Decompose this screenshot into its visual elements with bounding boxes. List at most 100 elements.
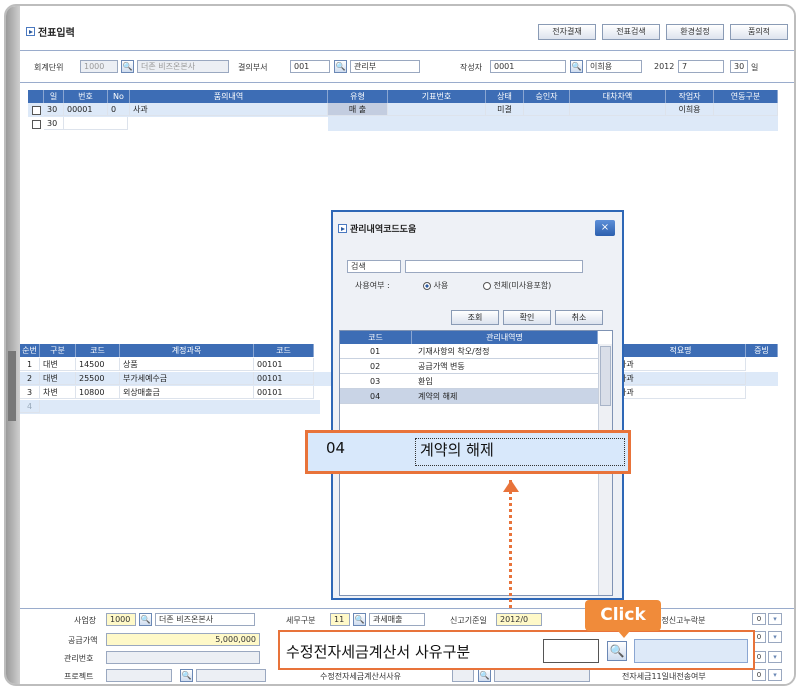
item-name: 계약의 해제 — [418, 392, 458, 401]
dept-code-field[interactable]: 001 — [290, 60, 330, 73]
flag-spin-icon[interactable]: ▾ — [768, 669, 782, 681]
radio-all-option[interactable]: 전체(미사용포함) — [483, 280, 551, 291]
screenshot-frame: 전표입력 전자결재 전표검색 환경설정 품의적 회계단위 1000 🔍 더존 비… — [4, 4, 796, 686]
writer-code-field[interactable]: 0001 — [490, 60, 566, 73]
supply-field[interactable]: 5,000,000 — [106, 633, 260, 646]
writer-search-icon[interactable]: 🔍 — [570, 60, 583, 73]
settings-button[interactable]: 환경설정 — [666, 24, 724, 40]
mgmt-field[interactable] — [106, 651, 260, 664]
radio-use-option[interactable]: 사용 — [423, 280, 448, 291]
divider — [20, 50, 794, 51]
top-grid-header: 상태 — [486, 90, 524, 103]
list-item-selected[interactable]: 04 계약의 해제 — [340, 389, 598, 404]
row-cell: 대변 — [40, 358, 76, 371]
row-cell: 차변 — [40, 386, 76, 399]
dept-label: 결의부서 — [238, 63, 268, 72]
radio-selected-icon — [423, 281, 431, 290]
row-cell: 00101 — [254, 386, 314, 399]
voucher-window: 전표입력 전자결재 전표검색 환경설정 품의적 회계단위 1000 🔍 더존 비… — [20, 10, 794, 684]
bottom-grid-header: 계정과목 — [120, 344, 254, 357]
row-cell: 00101 — [254, 372, 314, 385]
click-callout: Click — [585, 600, 661, 638]
row-cell: 2 — [20, 372, 40, 385]
top-grid-header: 유형 — [328, 90, 388, 103]
flag-field[interactable]: 0 — [752, 613, 766, 625]
scroll-thumb[interactable] — [600, 346, 611, 406]
bottom-grid-header: 증빙 — [746, 344, 778, 357]
approval-doc-button[interactable]: 품의적 — [730, 24, 788, 40]
list-item[interactable]: 01 기재사항의 착오/정정 — [340, 344, 598, 359]
row-cell: 30 — [44, 103, 64, 116]
reason-code-field[interactable] — [543, 639, 599, 663]
row-cell — [524, 103, 570, 116]
zoomed-reason-row: 수정전자세금계산서 사유구분 🔍 — [278, 630, 755, 670]
site-name-field: 더존 비즈온본사 — [155, 613, 255, 626]
window-title-text: 전표입력 — [38, 28, 75, 39]
bottom-grid-header: 코드 — [76, 344, 120, 357]
row-cell: 상품 — [120, 358, 254, 371]
top-grid-header: 번호 — [64, 90, 108, 103]
table-row[interactable] — [20, 400, 320, 414]
date-field[interactable]: 2012/0 — [496, 613, 542, 626]
search-input[interactable] — [405, 260, 583, 273]
approval-button[interactable]: 전자결재 — [538, 24, 596, 40]
row-cell: 부가세예수금 — [120, 372, 254, 385]
row-cell: 사과 — [616, 372, 746, 385]
dialog-title-text: 관리내역코드도움 — [350, 225, 417, 235]
reason-small-label: 수정전자세금계산서사유 — [320, 672, 401, 681]
tax-search-icon[interactable]: 🔍 — [353, 613, 366, 626]
confirm-button[interactable]: 확인 — [503, 310, 551, 325]
unit-name-field: 더존 비즈온본사 — [137, 60, 229, 73]
close-icon[interactable]: × — [595, 220, 615, 236]
bottom-grid-header: 구분 — [40, 344, 76, 357]
month-select[interactable]: 7 — [678, 60, 724, 73]
project-search-icon[interactable]: 🔍 — [180, 669, 193, 682]
row-cell: 외상매출금 — [120, 386, 254, 399]
radio-unselected-icon — [483, 281, 491, 290]
voucher-search-button[interactable]: 전표검색 — [602, 24, 660, 40]
unit-label: 회계단위 — [34, 63, 64, 72]
year-text: 2012 — [654, 62, 675, 71]
top-grid-header — [28, 90, 44, 103]
project-field[interactable] — [106, 669, 172, 682]
row-cell: 3 — [20, 386, 40, 399]
top-grid-header: 기표번호 — [388, 90, 486, 103]
use-label: 사용여부 : — [355, 281, 390, 290]
dept-search-icon[interactable]: 🔍 — [334, 60, 347, 73]
reason-small-search-icon[interactable]: 🔍 — [478, 669, 491, 682]
row-cell: 대변 — [40, 372, 76, 385]
radio-all-label: 전체(미사용포함) — [493, 281, 552, 290]
item-code: 02 — [370, 362, 381, 371]
flag-field[interactable]: 0 — [752, 669, 766, 681]
top-grid-header: 일 — [44, 90, 64, 103]
search-type-select[interactable]: 검색 — [347, 260, 401, 273]
day-field[interactable]: 30 — [730, 60, 748, 73]
unit-search-icon[interactable]: 🔍 — [121, 60, 134, 73]
flag-spin-icon[interactable]: ▾ — [768, 651, 782, 663]
row-cell: 14500 — [76, 358, 120, 371]
zoom-code: 04 — [326, 439, 346, 457]
item-code: 03 — [370, 377, 381, 386]
dialog-title: 관리내역코드도움 — [338, 222, 416, 235]
supply-label: 공급가액 — [68, 636, 98, 645]
flag-spin-icon[interactable]: ▾ — [768, 631, 782, 643]
reason-small-field[interactable] — [452, 669, 474, 682]
site-search-icon[interactable]: 🔍 — [139, 613, 152, 626]
writer-name-field: 이희용 — [586, 60, 642, 73]
row-checkbox[interactable] — [32, 120, 41, 129]
search-icon[interactable]: 🔍 — [607, 641, 627, 661]
site-code-field[interactable]: 1000 — [106, 613, 136, 626]
top-grid-header: 품의내역 — [130, 90, 328, 103]
zoom-name: 계약의 해제 — [420, 441, 494, 459]
list-item[interactable]: 03 환입 — [340, 374, 598, 389]
tax-code-field[interactable]: 11 — [330, 613, 350, 626]
writer-label: 작성자 — [460, 63, 483, 72]
flag-spin-icon[interactable]: ▾ — [768, 613, 782, 625]
top-grid-header: 작업자 — [666, 90, 714, 103]
query-button[interactable]: 조회 — [451, 310, 499, 325]
unit-code-field[interactable]: 1000 — [80, 60, 118, 73]
tax-label: 세무구분 — [286, 616, 316, 625]
list-item[interactable]: 02 공급가액 변동 — [340, 359, 598, 374]
cancel-button[interactable]: 취소 — [555, 310, 603, 325]
row-checkbox[interactable] — [32, 106, 41, 115]
